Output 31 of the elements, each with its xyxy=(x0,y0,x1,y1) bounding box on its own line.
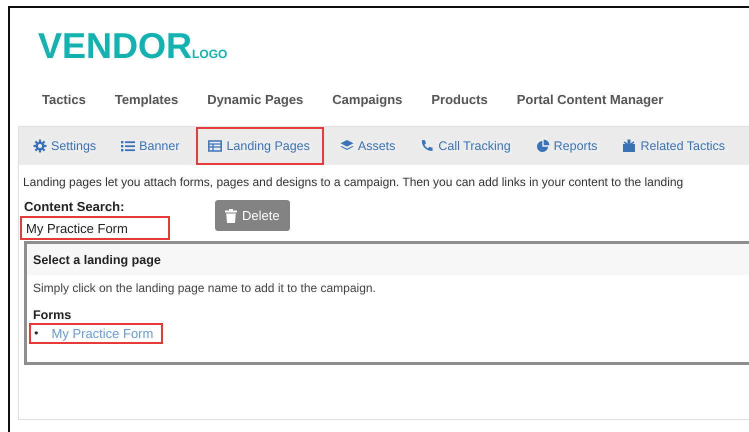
list-icon xyxy=(121,139,136,153)
tab[interactable]: Related Tactics xyxy=(614,127,734,165)
delete-button[interactable]: Delete xyxy=(215,200,290,231)
panel-title: Select a landing page xyxy=(27,244,749,275)
phone-icon xyxy=(420,139,434,153)
field-label: Content Search: xyxy=(23,198,126,214)
vendor-logo: VENDORLOGO xyxy=(38,28,228,68)
form-link[interactable]: My Practice Form xyxy=(52,326,154,341)
box-icon xyxy=(622,139,636,153)
nav-link[interactable]: Tactics xyxy=(42,92,86,122)
tab[interactable]: Call Tracking xyxy=(412,127,520,165)
section-heading: Forms xyxy=(32,307,72,322)
nav-link[interactable]: Templates xyxy=(114,92,178,122)
tab[interactable]: Landing Pages xyxy=(196,127,324,165)
tab[interactable]: Banner xyxy=(113,127,188,165)
bullet: • xyxy=(33,327,40,340)
nav-link[interactable]: Portal Content Manager xyxy=(516,92,664,122)
hint-text: Simply click on the landing page name to add it to the campaign. xyxy=(32,280,377,295)
content-search-field[interactable]: My Practice Form xyxy=(20,216,170,240)
nav-link[interactable]: Campaigns xyxy=(332,92,402,122)
trash-icon xyxy=(225,208,237,222)
tab[interactable]: Assets xyxy=(332,127,404,165)
tab[interactable]: Settings xyxy=(25,127,106,165)
layers-icon xyxy=(340,139,354,153)
pie-chart-icon xyxy=(536,139,550,153)
table-icon xyxy=(208,139,222,153)
description-text: Landing pages let you attach forms, pages and designs to a campaign. Then you can add links in your content to the landing xyxy=(22,174,684,189)
settings-icon xyxy=(33,139,47,153)
tab[interactable]: Reports xyxy=(528,127,606,165)
nav-link[interactable]: Products xyxy=(431,92,488,122)
nav-link[interactable]: Dynamic Pages xyxy=(207,92,304,122)
